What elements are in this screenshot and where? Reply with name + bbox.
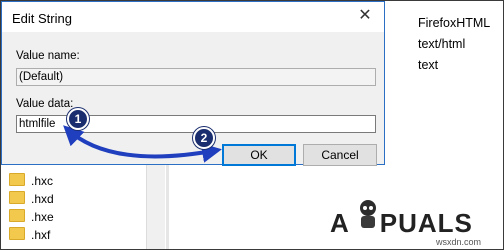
appuals-logo: A PUALS <box>330 208 473 238</box>
step-2-badge: 2 <box>193 127 215 149</box>
step-1-badge: 1 <box>67 108 89 130</box>
mascot-icon <box>360 200 376 228</box>
source-site-label: wsxdn.com <box>436 237 482 247</box>
